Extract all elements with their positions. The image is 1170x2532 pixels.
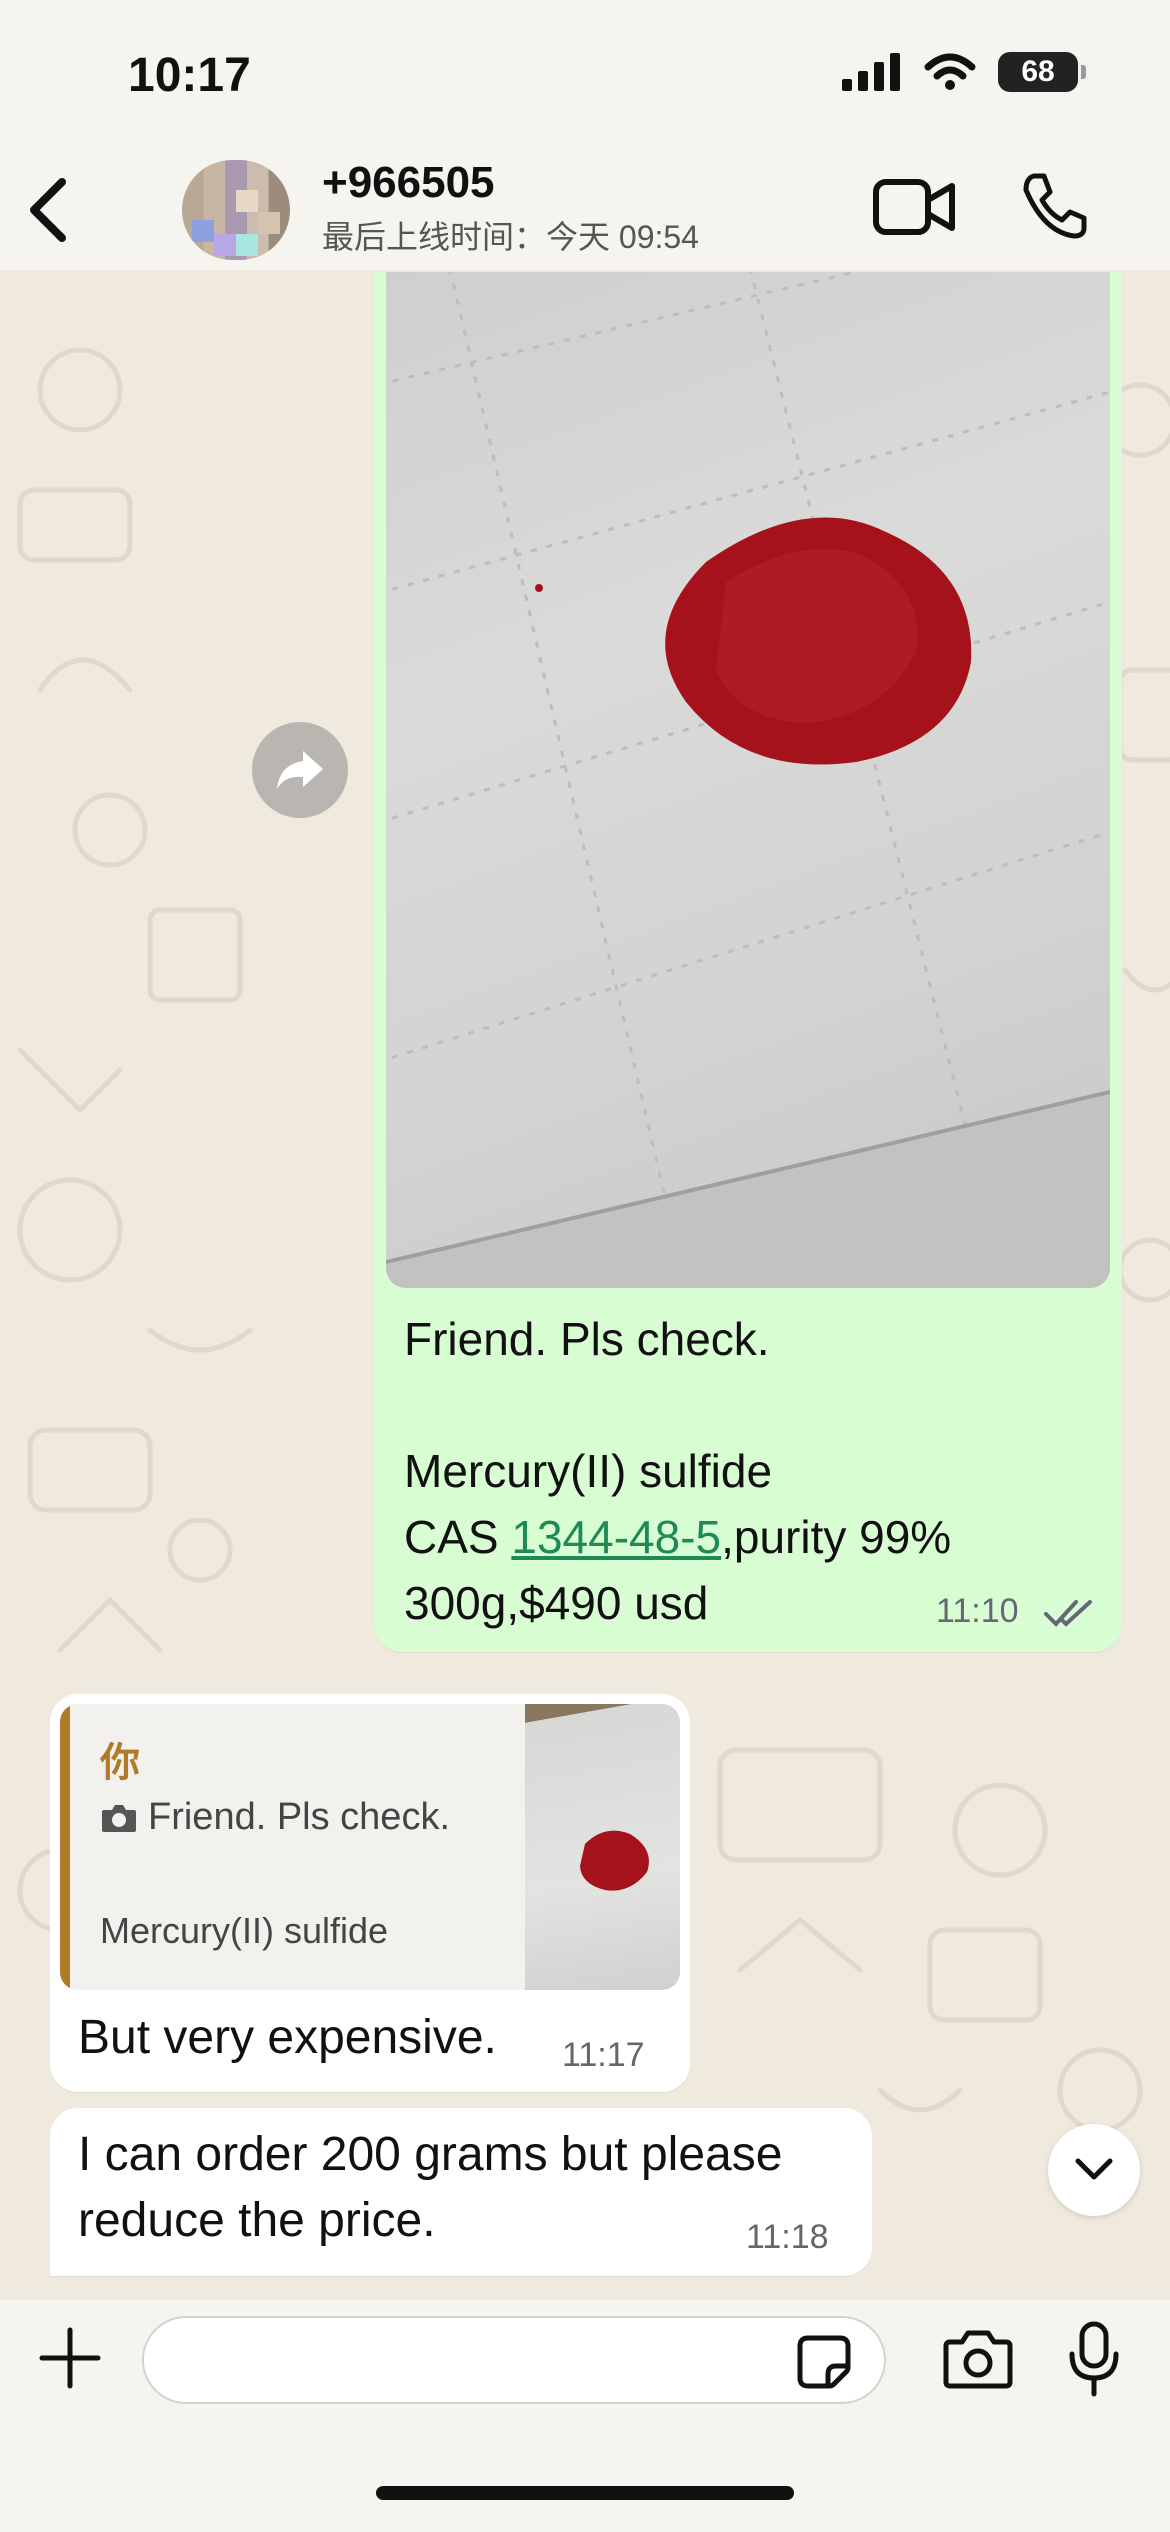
message-line: 300g,$490 usd: [404, 1577, 709, 1629]
camera-icon[interactable]: [942, 2328, 1014, 2390]
quote-text-line: Mercury(II) sulfide: [100, 1910, 389, 1951]
cas-number-link[interactable]: 1344-48-5: [511, 1511, 721, 1563]
status-bar: 10:17 68: [0, 0, 1170, 150]
video-call-icon[interactable]: [872, 172, 956, 242]
back-chevron-icon[interactable]: [20, 170, 80, 250]
microphone-icon[interactable]: [1066, 2320, 1122, 2398]
incoming-message-text: I can order 200 grams but please reduce …: [78, 2128, 783, 2247]
message-timestamp: 11:17: [562, 2036, 645, 2074]
message-input-bar: [0, 2300, 1170, 2532]
cellular-signal-icon: [842, 53, 900, 91]
message-input[interactable]: [142, 2316, 886, 2404]
quote-thumbnail: [525, 1704, 680, 1990]
phone-call-icon[interactable]: [1018, 170, 1090, 242]
outgoing-message-text: Friend. Pls check. Mercury(II) sulfide C…: [404, 1306, 951, 1636]
message-line: Friend. Pls check.: [404, 1313, 770, 1365]
status-icons: 68: [842, 52, 1086, 92]
red-powder-photo-icon: [386, 272, 1110, 1288]
message-line: ,purity 99%: [721, 1511, 952, 1563]
wifi-icon: [924, 53, 976, 90]
quote-line-text: Friend. Pls check.: [148, 1796, 450, 1838]
scroll-to-bottom-button[interactable]: [1048, 2124, 1140, 2216]
quote-accent-bar: [60, 1704, 70, 1990]
home-indicator: [376, 2486, 794, 2500]
contact-avatar[interactable]: [182, 160, 290, 260]
last-seen-status: 最后上线时间：今天 09:54: [322, 219, 699, 255]
contact-name[interactable]: +966505: [322, 158, 495, 208]
quoted-message[interactable]: 你 Friend. Pls check. Mercury(II) sulfide: [60, 1704, 680, 1990]
quote-author: 你: [100, 1741, 140, 1785]
message-line: Mercury(II) sulfide: [404, 1445, 773, 1497]
message-line: CAS: [404, 1511, 512, 1563]
chevron-down-icon: [1075, 2158, 1113, 2180]
chat-header: +966505 最后上线时间：今天 09:54: [0, 150, 1170, 270]
quote-text-line: Friend. Pls check.: [100, 1796, 450, 1839]
forward-arrow-icon: [277, 751, 323, 789]
camera-icon: [102, 1804, 136, 1832]
sticker-icon[interactable]: [796, 2334, 852, 2390]
plus-attach-icon[interactable]: [36, 2324, 104, 2392]
red-powder-thumbnail-icon: [580, 1830, 649, 1891]
status-time: 10:17: [128, 49, 251, 102]
battery-indicator: 68: [998, 52, 1086, 92]
message-timestamp: 11:10: [936, 1592, 1019, 1630]
message-photo[interactable]: [386, 272, 1110, 1288]
message-timestamp: 11:18: [746, 2218, 829, 2256]
double-check-read-icon: [1044, 1600, 1092, 1627]
forward-button[interactable]: [252, 722, 348, 818]
incoming-message-text: But very expensive.: [78, 2011, 497, 2064]
